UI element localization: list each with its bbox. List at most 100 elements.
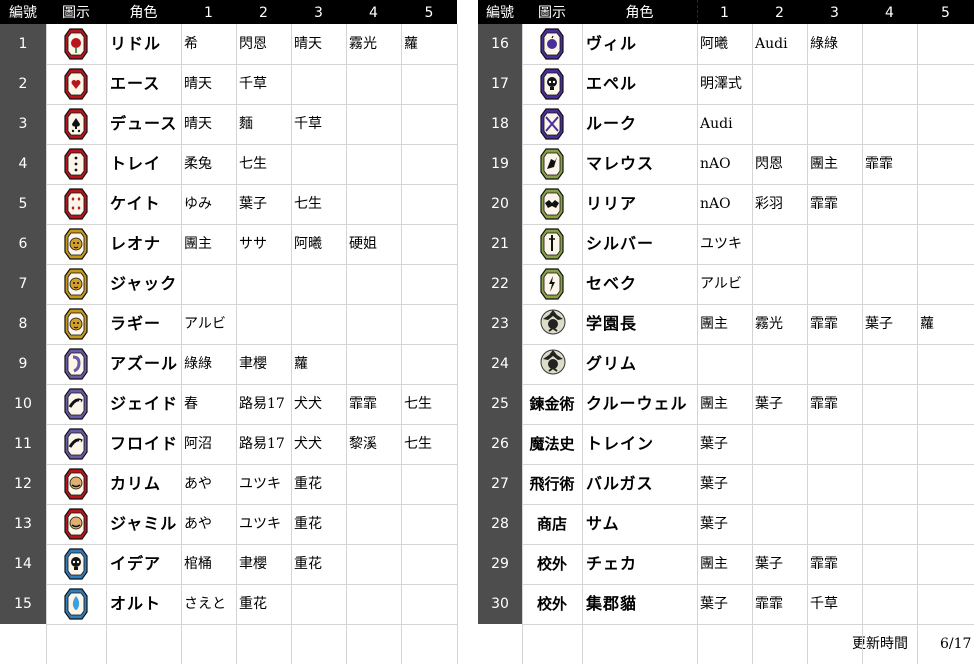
row-number: 30 — [478, 584, 522, 624]
voice-cell — [346, 504, 404, 544]
voice-cell — [917, 424, 974, 464]
voice-cell: 千草 — [239, 76, 267, 92]
row-number: 21 — [478, 224, 522, 264]
column-header: 角色 — [129, 5, 158, 21]
voice-cell — [862, 584, 920, 624]
voice-cell — [807, 104, 865, 144]
voice-cell: 團主 — [810, 156, 838, 172]
row-number: 4 — [0, 144, 46, 184]
character-name: ジャミル — [110, 514, 178, 533]
voice-cell: 霏霏 — [755, 596, 783, 612]
voice-cell — [807, 64, 865, 104]
voice-cell: 葉子 — [755, 556, 783, 572]
voice-cell — [752, 224, 810, 264]
voice-cell: 春 — [184, 396, 198, 412]
voice-cell — [236, 264, 294, 304]
row-number: 18 — [478, 104, 522, 144]
voice-cell: あや — [184, 516, 212, 532]
voice-cell: 葉子 — [700, 476, 728, 492]
character-name: トレイン — [586, 434, 655, 453]
voice-cell: 犬犬 — [294, 436, 322, 452]
voice-cell — [291, 304, 349, 344]
category-label: 商店 — [536, 515, 567, 533]
voice-cell: ササ — [239, 236, 267, 252]
voice-cell: ゆみ — [184, 196, 212, 212]
category-label: 校外 — [536, 555, 567, 573]
row-number: 20 — [478, 184, 522, 224]
voice-cell — [752, 464, 810, 504]
voice-cell: 霏霏 — [810, 396, 838, 412]
category-label: 魔法史 — [529, 435, 575, 453]
voice-cell — [917, 544, 974, 584]
voice-cell: 閃恩 — [755, 156, 783, 172]
row-number: 13 — [0, 504, 46, 544]
voice-cell: 葉子 — [700, 596, 728, 612]
character-name: リリア — [586, 194, 638, 213]
voice-cell: 葉子 — [239, 196, 267, 212]
voice-cell — [917, 584, 974, 624]
voice-cell — [346, 544, 404, 584]
row-number: 7 — [0, 264, 46, 304]
category-label: 鍊金術 — [529, 395, 575, 413]
character-name: トレイ — [110, 154, 162, 173]
voice-cell: 霏霏 — [349, 396, 377, 412]
voice-cell — [917, 264, 974, 304]
bat-icon — [540, 187, 564, 221]
character-name: ヴィル — [586, 34, 638, 53]
voice-cell: ユツキ — [700, 236, 742, 252]
character-name: 学園長 — [586, 314, 638, 333]
voice-cell — [752, 344, 810, 384]
voice-cell: 晴天 — [294, 36, 322, 52]
voice-cell: 重花 — [294, 476, 322, 492]
voice-cell: 綠綠 — [810, 36, 838, 52]
row-number: 6 — [0, 224, 46, 264]
voice-cell — [917, 184, 974, 224]
voice-cell: Audi — [755, 36, 788, 52]
voice-cell — [917, 344, 974, 384]
voice-cell — [862, 424, 920, 464]
character-name: クルーウェル — [586, 394, 688, 413]
voice-cell: 犬犬 — [294, 396, 322, 412]
column-header: 4 — [885, 5, 894, 21]
character-name: フロイド — [110, 434, 179, 453]
voice-cell — [346, 304, 404, 344]
category-label: 飛行術 — [529, 475, 575, 493]
row-number: 8 — [0, 304, 46, 344]
voice-cell: 團主 — [700, 396, 728, 412]
octopus-icon — [64, 347, 88, 381]
voice-cell: 重花 — [294, 516, 322, 532]
voice-cell: 麵 — [239, 116, 253, 132]
column-header: 3 — [314, 5, 323, 21]
voice-cell — [752, 104, 810, 144]
column-header: 1 — [720, 5, 729, 21]
voice-cell: あや — [184, 476, 212, 492]
voice-cell: 路易17 — [239, 396, 285, 412]
voice-cell — [917, 64, 974, 104]
voice-cell: 閃恩 — [239, 36, 267, 52]
voice-cell: 晴天 — [184, 116, 212, 132]
voice-cell: 重花 — [239, 596, 267, 612]
voice-cell — [862, 224, 920, 264]
character-name: グリム — [586, 354, 638, 373]
grid-horizontal — [46, 624, 457, 625]
voice-cell — [752, 504, 810, 544]
voice-cell — [291, 584, 349, 624]
voice-cell: nAO — [700, 196, 731, 212]
character-name: イデア — [110, 554, 162, 573]
character-name: ラギー — [110, 314, 162, 333]
row-number: 22 — [478, 264, 522, 304]
row-number: 10 — [0, 384, 46, 424]
voice-cell — [807, 504, 865, 544]
column-header: 編號 — [9, 5, 37, 21]
voice-cell: 路易17 — [239, 436, 285, 452]
row-number: 28 — [478, 504, 522, 544]
voice-cell — [346, 584, 404, 624]
character-name: バルガス — [586, 474, 654, 493]
voice-cell — [401, 144, 460, 184]
voice-cell: 綠綠 — [184, 356, 212, 372]
voice-cell — [346, 104, 404, 144]
voice-cell: 蘿 — [294, 356, 308, 372]
voice-cell: 彩羽 — [755, 196, 783, 212]
voice-cell — [346, 184, 404, 224]
row-number: 29 — [478, 544, 522, 584]
